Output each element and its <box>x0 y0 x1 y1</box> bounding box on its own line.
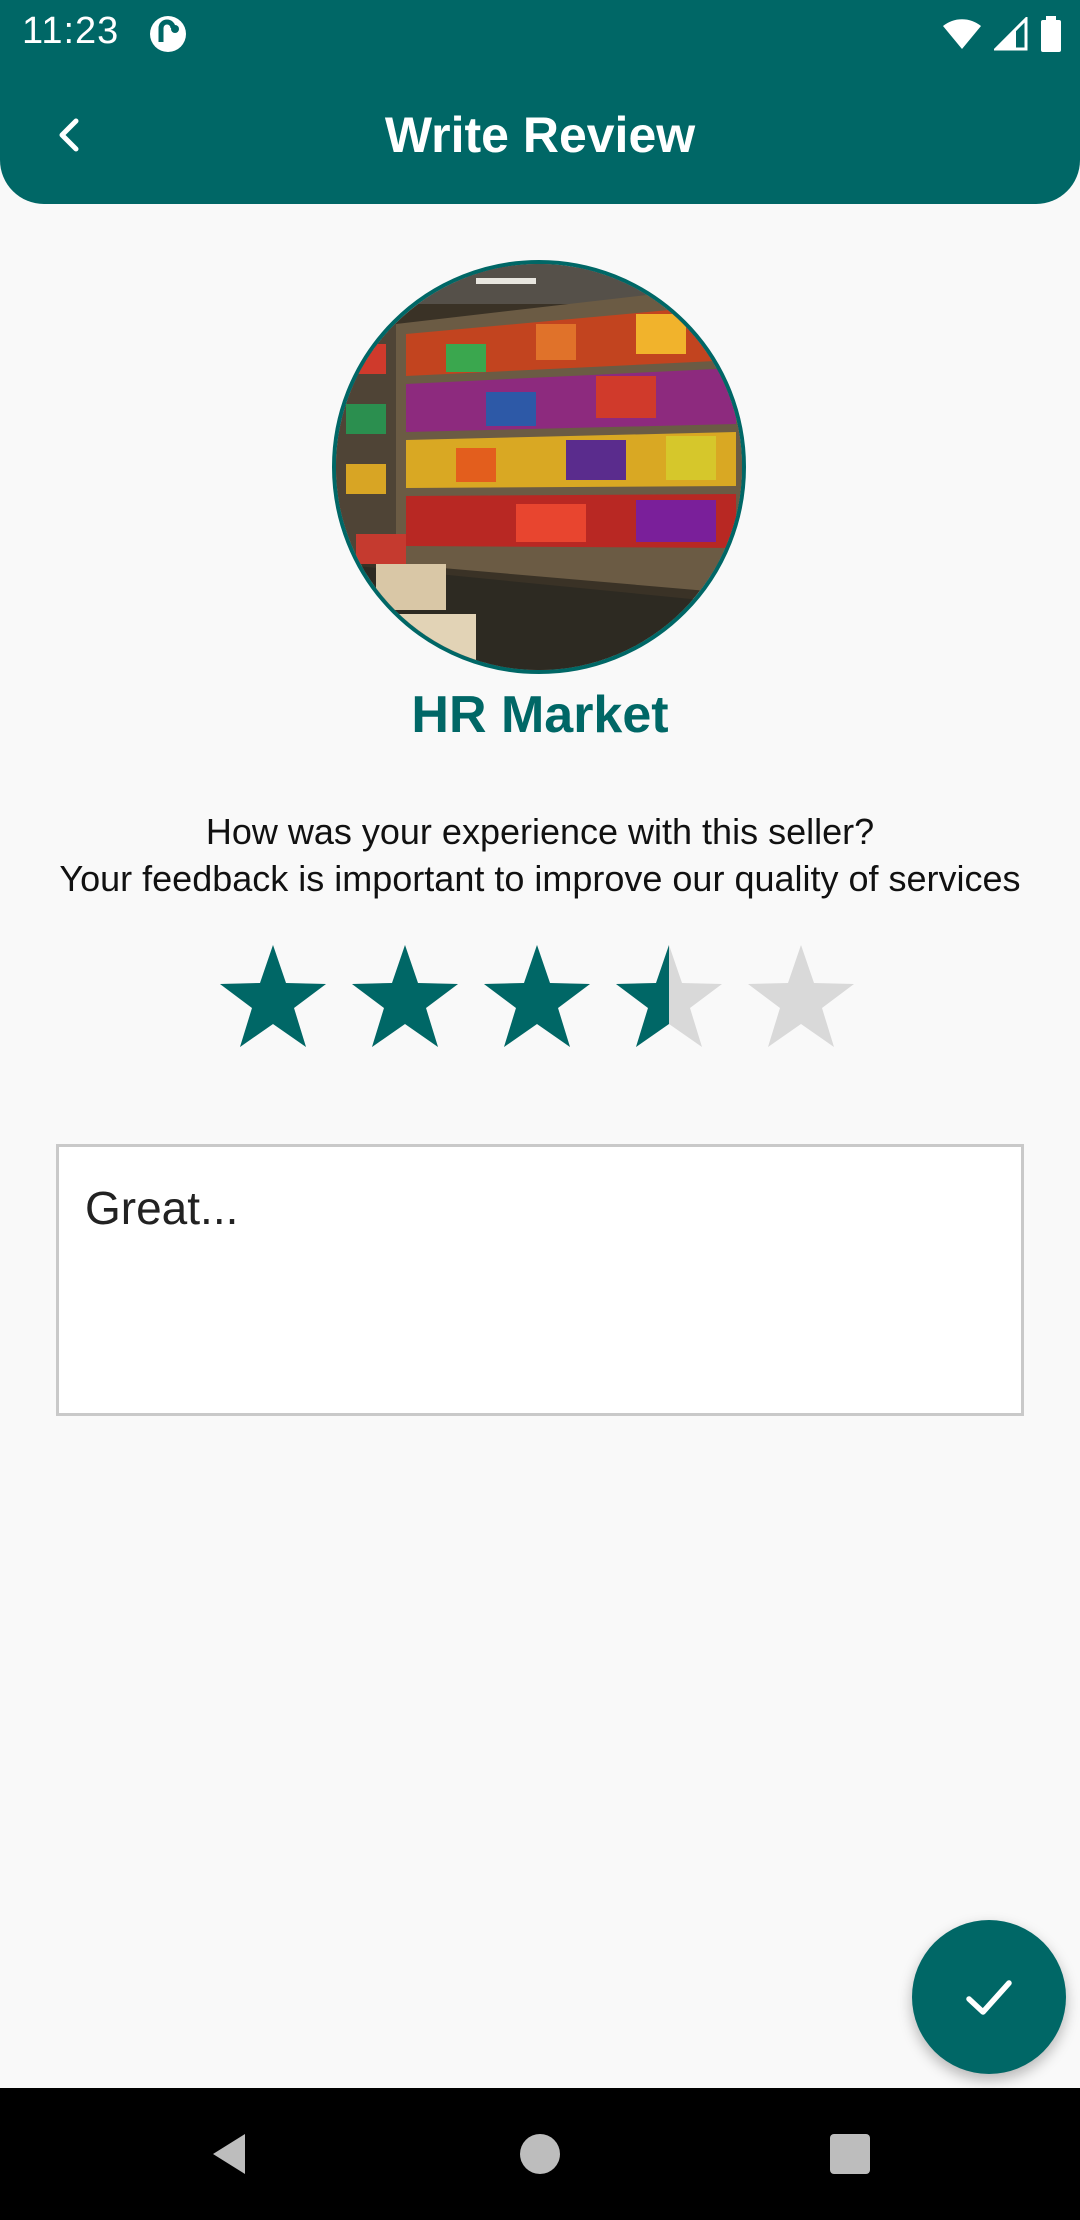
submit-review-button[interactable] <box>912 1920 1066 2074</box>
star-2[interactable] <box>350 938 460 1054</box>
app-notification-icon <box>150 16 186 52</box>
check-icon <box>966 1980 1012 2015</box>
review-text-input[interactable] <box>56 1144 1024 1416</box>
seller-name: HR Market <box>411 686 669 744</box>
star-1[interactable] <box>218 938 328 1054</box>
write-review-screen: 11:23 Write Review HR Market How was you… <box>0 0 1080 2220</box>
nav-back-button[interactable] <box>188 2112 272 2196</box>
back-triangle-icon <box>213 2134 245 2174</box>
home-circle-icon <box>520 2134 560 2174</box>
app-bar: 11:23 Write Review <box>0 0 1080 204</box>
nav-recents-button[interactable] <box>808 2112 892 2196</box>
status-time: 11:23 <box>22 10 120 52</box>
battery-icon <box>1041 16 1061 52</box>
feedback-prompt: How was your experience with this seller… <box>0 808 1080 902</box>
signal-icon <box>994 17 1028 51</box>
recents-square-icon <box>830 2134 870 2174</box>
star-rating[interactable] <box>218 938 856 1054</box>
wifi-icon <box>943 19 981 49</box>
prompt-line-2: Your feedback is important to improve ou… <box>59 858 1021 899</box>
star-5[interactable] <box>746 938 856 1054</box>
system-nav-bar <box>0 2088 1080 2220</box>
nav-home-button[interactable] <box>498 2112 582 2196</box>
star-4[interactable] <box>614 938 724 1054</box>
store-photo <box>336 264 742 670</box>
status-bar: 11:23 <box>0 0 1080 66</box>
status-icons <box>942 14 1062 54</box>
prompt-line-1: How was your experience with this seller… <box>205 811 875 852</box>
seller-avatar <box>332 260 746 674</box>
star-3[interactable] <box>482 938 592 1054</box>
page-title: Write Review <box>384 107 696 163</box>
